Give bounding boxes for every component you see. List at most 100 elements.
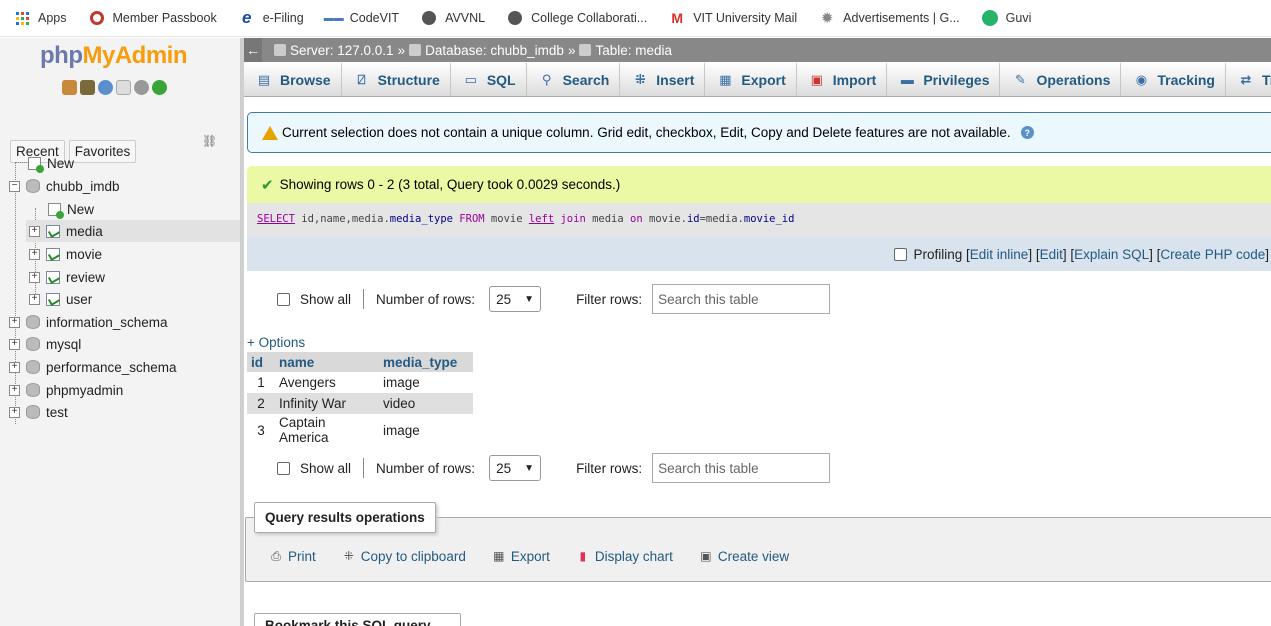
number-of-rows-select[interactable]: 25 ▼ bbox=[489, 455, 542, 481]
expand-icon[interactable]: + bbox=[29, 271, 40, 283]
bookmark-efiling[interactable]: e e-Filing bbox=[239, 8, 304, 27]
tab-insert[interactable]: ⁜ Insert bbox=[620, 63, 706, 96]
expand-icon[interactable]: + bbox=[29, 248, 40, 260]
database-icon bbox=[26, 405, 40, 419]
tree-item-new-table[interactable]: New bbox=[48, 198, 94, 220]
tab-import[interactable]: ▣ Import bbox=[797, 63, 888, 96]
tree-item-label: New bbox=[67, 201, 95, 217]
action-label: Copy to clipboard bbox=[360, 548, 466, 564]
home-icon[interactable] bbox=[62, 80, 77, 95]
explain-sql-link[interactable]: Explain SQL bbox=[1074, 247, 1149, 262]
settings-icon[interactable] bbox=[134, 80, 149, 95]
column-header-media-type[interactable]: media_type bbox=[379, 352, 473, 372]
expand-icon[interactable]: + bbox=[9, 361, 20, 373]
display-chart-button[interactable]: ▮ Display chart bbox=[575, 548, 673, 564]
bookmark-guvi[interactable]: Guvi bbox=[981, 10, 1031, 26]
expand-icon[interactable]: + bbox=[9, 406, 20, 418]
navigation-resizer[interactable] bbox=[241, 38, 244, 626]
tree-item-test[interactable]: + test bbox=[9, 401, 68, 423]
bookmark-advertisements[interactable]: ✹ Advertisements | G... bbox=[819, 10, 960, 27]
tree-item-performance-schema[interactable]: + performance_schema bbox=[9, 356, 177, 378]
help-icon[interactable] bbox=[98, 80, 113, 95]
collapse-icon[interactable]: − bbox=[9, 180, 20, 192]
tab-sql[interactable]: ▭ SQL bbox=[451, 63, 527, 96]
copy-to-clipboard-button[interactable]: ⁜ Copy to clipboard bbox=[341, 548, 466, 564]
tab-structure[interactable]: ⍁ Structure bbox=[342, 63, 451, 96]
link-with-main-panel-icon[interactable]: ⛓ bbox=[202, 134, 217, 148]
bookmark-college-collaboration[interactable]: College Collaborati... bbox=[507, 10, 647, 26]
expand-icon[interactable]: + bbox=[9, 384, 20, 396]
create-view-button[interactable]: ▣ Create view bbox=[698, 548, 789, 564]
apps-grid-icon bbox=[14, 10, 30, 26]
help-icon[interactable]: ? bbox=[1020, 126, 1034, 139]
sql-keyword: on bbox=[630, 213, 643, 225]
sql-text: id,name,media. bbox=[294, 213, 390, 225]
tab-triggers[interactable]: ⇄ Trigg bbox=[1226, 63, 1271, 96]
tree-item-phpmyadmin[interactable]: + phpmyadmin bbox=[9, 379, 123, 401]
filter-rows-input[interactable]: Search this table bbox=[652, 284, 831, 314]
tab-privileges[interactable]: ▬ Privileges bbox=[887, 63, 1001, 96]
tree-item-information-schema[interactable]: + information_schema bbox=[9, 311, 168, 333]
options-toggle[interactable]: + Options bbox=[247, 335, 305, 350]
sql-keyword: join bbox=[554, 213, 593, 225]
tree-item-review[interactable]: + review bbox=[29, 266, 105, 288]
cell-id: 1 bbox=[257, 375, 265, 390]
triggers-icon: ⇄ bbox=[1240, 71, 1252, 87]
tree-item-user[interactable]: + user bbox=[29, 288, 92, 310]
tab-export[interactable]: ▦ Export bbox=[705, 63, 797, 96]
expand-icon[interactable]: + bbox=[29, 225, 40, 237]
tree-item-media[interactable]: + media bbox=[26, 220, 240, 242]
favorites-button[interactable]: Favorites bbox=[68, 140, 137, 163]
docs-icon[interactable] bbox=[116, 80, 131, 95]
logout-icon[interactable] bbox=[80, 80, 95, 95]
table-navigation-top: Show all Number of rows: 25 ▼ Filter rows… bbox=[277, 284, 831, 314]
bookmarks-bar: Apps Member Passbook e e-Filing ▬▬ CodeV… bbox=[0, 0, 1271, 37]
profiling-checkbox[interactable] bbox=[894, 247, 908, 261]
expand-icon[interactable]: + bbox=[9, 316, 20, 328]
bookmark-label: AVVNL bbox=[445, 11, 486, 25]
bookmark-avvnl[interactable]: AVVNL bbox=[421, 10, 485, 26]
export-button[interactable]: ▦ Export bbox=[491, 548, 550, 564]
tab-search[interactable]: ⚲ Search bbox=[527, 63, 621, 96]
column-header-id[interactable]: id bbox=[247, 352, 275, 372]
number-of-rows-select[interactable]: 25 ▼ bbox=[489, 286, 542, 312]
breadcrumb-server[interactable]: Server: 127.0.0.1 bbox=[274, 43, 394, 58]
bookmark-vit-mail[interactable]: M VIT University Mail bbox=[669, 10, 797, 26]
edit-link[interactable]: Edit bbox=[1040, 247, 1063, 262]
print-button[interactable]: ⎙ Print bbox=[268, 548, 316, 564]
sql-keyword[interactable]: SELECT bbox=[257, 213, 295, 225]
cell-name: Captain America bbox=[279, 415, 329, 445]
reload-icon[interactable] bbox=[152, 80, 167, 95]
filter-rows-label: Filter rows: bbox=[576, 291, 643, 307]
column-header-name[interactable]: name bbox=[275, 352, 379, 372]
edit-inline-link[interactable]: Edit inline bbox=[970, 247, 1029, 262]
privileges-icon: ▬ bbox=[900, 72, 914, 87]
back-arrow-icon[interactable]: ← bbox=[244, 38, 262, 62]
tree-item-new[interactable]: New bbox=[28, 152, 74, 174]
search-icon: ⚲ bbox=[541, 71, 552, 87]
tab-operations[interactable]: ✎ Operations bbox=[1000, 63, 1122, 96]
filter-rows-input[interactable]: Search this table bbox=[652, 453, 831, 483]
sql-text: movie. bbox=[642, 213, 687, 225]
breadcrumb-table[interactable]: Table: media bbox=[579, 43, 672, 58]
expand-icon[interactable]: + bbox=[29, 293, 40, 305]
sql-keyword[interactable]: left bbox=[529, 213, 554, 225]
tree-item-label: media bbox=[66, 223, 103, 239]
bookmark-sql-legend: Bookmark this SQL query bbox=[254, 613, 461, 626]
tree-item-movie[interactable]: + movie bbox=[29, 243, 102, 265]
sql-query-display[interactable]: SELECT id,name,media.media_type FROM mov… bbox=[247, 203, 1271, 237]
breadcrumb-database[interactable]: Database: chubb_imdb bbox=[409, 43, 564, 58]
show-all-checkbox[interactable] bbox=[277, 461, 290, 475]
tab-tracking[interactable]: ◉ Tracking bbox=[1121, 63, 1226, 96]
select-value: 25 bbox=[496, 291, 512, 307]
show-all-checkbox[interactable] bbox=[277, 292, 290, 306]
tab-browse[interactable]: ▤ Browse bbox=[244, 63, 342, 96]
tree-item-chubb-imdb[interactable]: − chubb_imdb bbox=[9, 175, 120, 197]
bookmark-apps[interactable]: Apps bbox=[14, 10, 67, 26]
expand-icon[interactable]: + bbox=[9, 338, 20, 350]
bookmark-member-passbook[interactable]: Member Passbook bbox=[89, 10, 217, 26]
tree-item-mysql[interactable]: + mysql bbox=[9, 333, 81, 355]
bookmark-codevit[interactable]: ▬▬ CodeVIT bbox=[324, 10, 399, 26]
phpmyadmin-logo[interactable]: phpMyAdmin bbox=[40, 42, 187, 70]
create-php-code-link[interactable]: Create PHP code bbox=[1160, 247, 1265, 262]
